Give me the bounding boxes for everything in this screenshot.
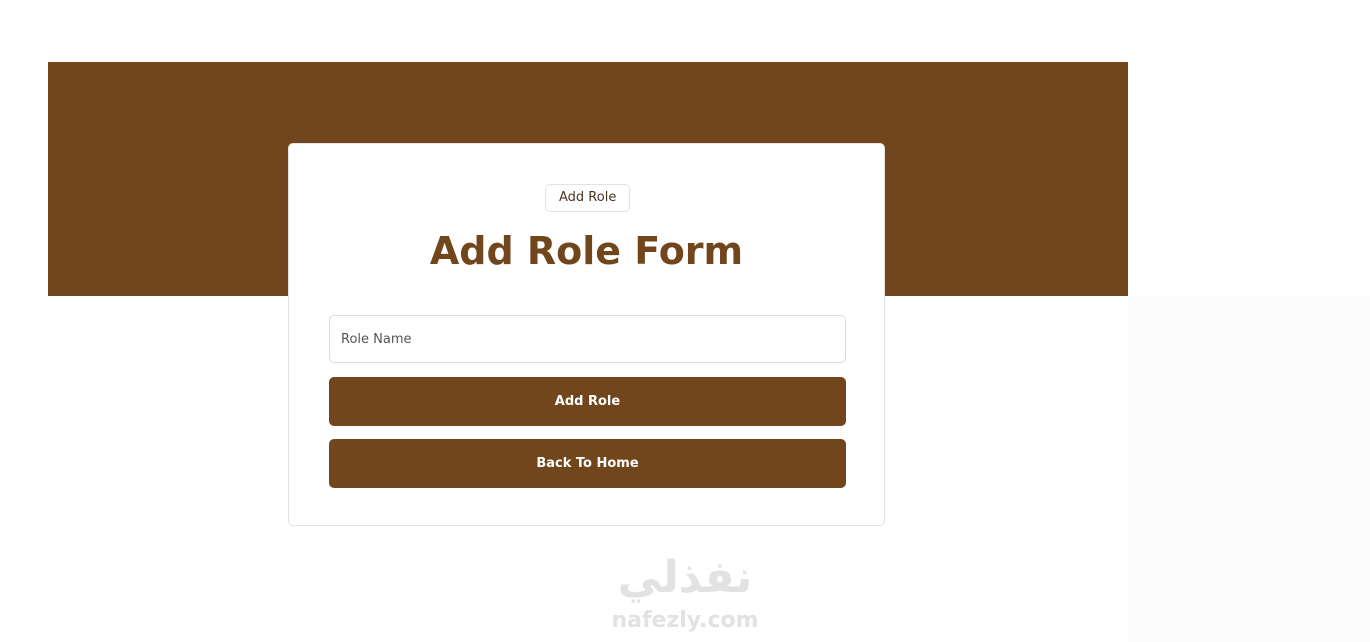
form-badge: Add Role	[545, 184, 631, 212]
role-name-input[interactable]	[329, 315, 846, 363]
back-to-home-button[interactable]: Back To Home	[329, 439, 846, 488]
add-role-card: Add Role Add Role Form Add Role Back To …	[288, 143, 885, 526]
add-role-button[interactable]: Add Role	[329, 377, 846, 426]
watermark-arabic-logo: نفذلي	[617, 552, 753, 603]
page-title: Add Role Form	[429, 229, 744, 273]
watermark-domain: nafezly.com	[611, 608, 759, 633]
right-background-pane	[1128, 296, 1370, 642]
site-watermark: نفذلي nafezly.com	[560, 548, 810, 634]
